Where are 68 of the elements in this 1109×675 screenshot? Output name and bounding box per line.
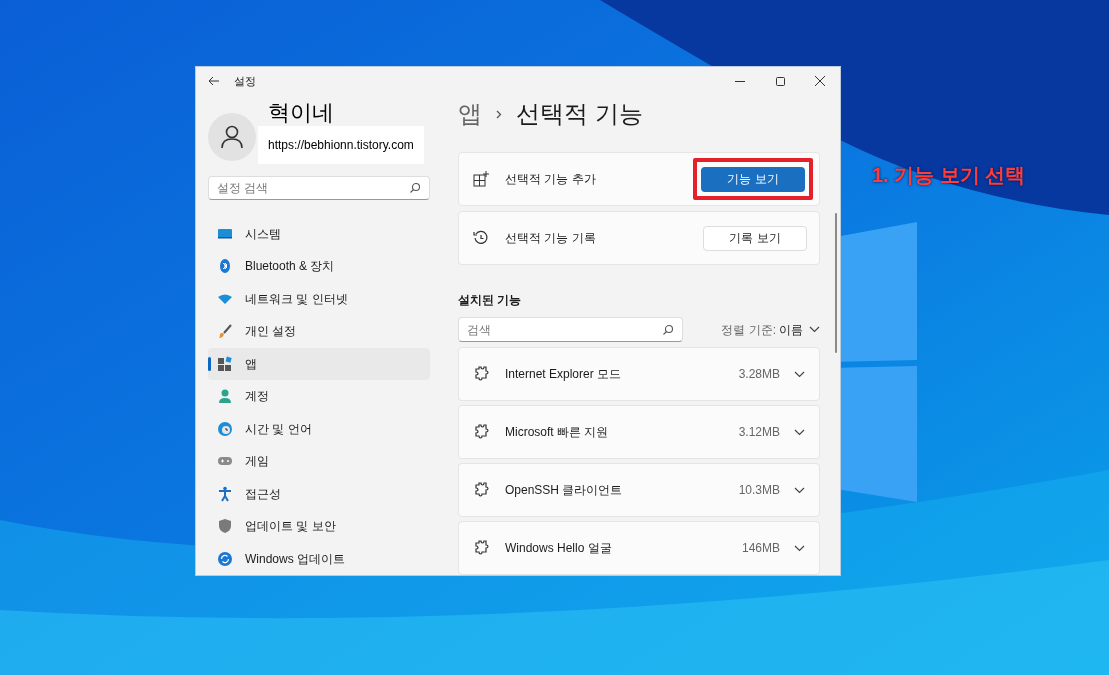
close-icon [815,76,825,86]
selection-bar [208,356,211,371]
minimize-icon [735,80,745,82]
page-title: 선택적 기능 [516,99,643,129]
brush-icon [217,323,233,339]
search-icon [662,323,674,336]
add-grid-icon [473,171,489,187]
puzzle-icon [473,423,491,441]
nav-item[interactable]: 네트워크 및 인터넷 [208,282,430,315]
nav-item[interactable]: 앱 [208,347,430,380]
nav-item[interactable]: 개인 설정 [208,315,430,347]
settings-search-field[interactable]: 설정 검색 [208,175,430,200]
maximize-icon [775,76,785,86]
breadcrumb-parent[interactable]: 앱 [458,96,482,132]
profile-url: https://bebhionn.tistory.com [258,126,424,165]
feature-size: 3.28MB [738,366,780,383]
puzzle-icon [473,365,491,383]
globe-clock-icon [217,420,233,437]
nav-item[interactable]: 계정 [208,380,430,412]
feature-row[interactable]: Internet Explorer 모드 3.28MB [458,347,820,401]
bluetooth-icon [217,258,233,274]
feature-size: 146MB [741,540,780,557]
annotation-text: 1. 기능 보기 선택 [872,163,1026,188]
sync-icon [217,550,233,567]
profile-name: 혁이네 [268,100,335,127]
nav-item[interactable]: 접근성 [208,477,430,510]
section-heading: 설치된 기능 [458,292,523,309]
apps-icon [217,355,233,372]
puzzle-icon [473,539,491,557]
nav-item[interactable]: 시간 및 언어 [208,412,430,445]
window-title: 설정 [234,73,256,89]
search-placeholder: 검색 [467,321,492,339]
chevron-down-icon [794,370,805,378]
accessibility-icon [217,485,233,502]
puzzle-icon [473,481,491,499]
person-icon [221,125,243,150]
person-icon [217,388,233,404]
feature-size: 10.3MB [738,482,780,499]
action-label: 선택적 기능 기록 [505,230,597,247]
feature-name: OpenSSH 클라이언트 [505,482,624,499]
action-label: 선택적 기능 추가 [505,171,597,188]
chevron-down-icon [809,326,820,333]
nav-item[interactable]: Bluetooth & 장치 [208,250,430,282]
nav-item[interactable]: Windows 업데이트 [208,542,430,575]
feature-search-field[interactable]: 검색 [458,317,683,342]
nav-item[interactable]: 업데이트 및 보안 [208,510,430,542]
secondary-button[interactable]: 기록 보기 [703,225,807,251]
feature-name: Internet Explorer 모드 [505,366,623,383]
chevron-right-icon [496,109,502,119]
nav-item[interactable]: 시스템 [208,217,430,250]
feature-row[interactable]: OpenSSH 클라이언트 10.3MB [458,463,820,517]
shield-icon [217,518,233,534]
chevron-down-icon [794,486,805,494]
feature-name: Windows Hello 얼굴 [505,540,613,557]
sort-dropdown[interactable]: 정렬 기준: 이름 [721,320,820,339]
search-icon [409,181,421,194]
feature-size: 3.12MB [738,424,780,441]
scrollbar-thumb[interactable] [835,213,837,353]
history-icon [473,230,489,246]
nav-item[interactable]: 게임 [208,445,430,477]
search-placeholder: 설정 검색 [217,179,270,197]
chevron-down-icon [794,428,805,436]
feature-row[interactable]: Microsoft 빠른 지원 3.12MB [458,405,820,459]
back-arrow-icon[interactable] [208,76,220,86]
primary-button[interactable]: 기능 보기 [701,166,805,192]
feature-name: Microsoft 빠른 지원 [505,424,610,441]
feature-row[interactable]: Windows Hello 얼굴 146MB [458,521,820,575]
chevron-down-icon [794,544,805,552]
